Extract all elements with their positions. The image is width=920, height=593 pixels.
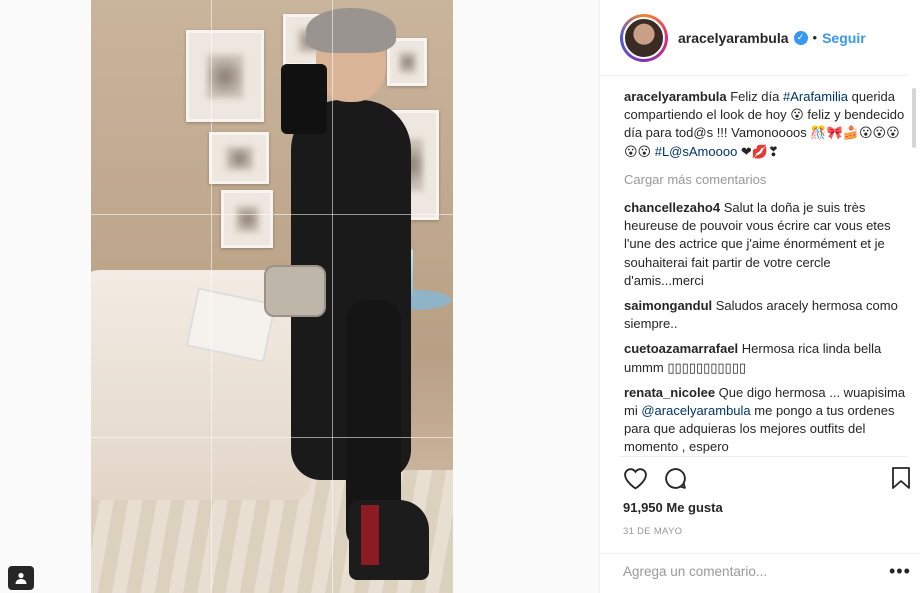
separator-dot: •: [812, 30, 818, 45]
post-photo[interactable]: [91, 0, 453, 593]
add-comment-input[interactable]: [623, 564, 863, 579]
post-date[interactable]: 31 DE MAYO: [623, 526, 682, 537]
avatar-image: [623, 16, 665, 59]
follow-button[interactable]: Seguir: [822, 30, 866, 46]
load-more-comments-button[interactable]: Cargar más comentarios: [624, 171, 909, 189]
comment-username[interactable]: cuetoazamarrafael: [624, 341, 738, 356]
comment-item: chancellezaho4 Salut la doña je suis trè…: [624, 199, 909, 290]
wall-frame: [186, 30, 264, 122]
comment-item: saimongandul Saludos aracely hermosa com…: [624, 297, 909, 333]
caption: aracelyarambula Feliz día #Arafamilia qu…: [624, 88, 909, 161]
comments-scrollbar[interactable]: [912, 88, 916, 148]
caption-username[interactable]: aracelyarambula: [624, 89, 727, 104]
handbag: [264, 265, 326, 317]
hashtag-link[interactable]: #L@sAmoooo: [655, 144, 738, 159]
hashtag-link[interactable]: #Arafamilia: [783, 89, 848, 104]
more-options-button[interactable]: •••: [889, 562, 911, 580]
user-tag-icon[interactable]: [8, 566, 34, 590]
comments-list: aracelyarambula Feliz día #Arafamilia qu…: [624, 88, 909, 456]
likes-count[interactable]: 91,950 Me gusta: [623, 500, 723, 515]
verified-badge-icon: ✓: [793, 30, 808, 45]
grid-line: [332, 0, 333, 593]
header-username[interactable]: aracelyarambula: [678, 30, 789, 46]
comment-item: renata_nicolee Que digo hermosa ... wuap…: [624, 384, 909, 456]
mention-link[interactable]: @aracelyarambula: [641, 403, 750, 418]
grid-line: [91, 437, 453, 438]
comment-username[interactable]: chancellezaho4: [624, 200, 720, 215]
boot-lace: [361, 505, 379, 565]
grid-line: [91, 214, 453, 215]
comment-icon[interactable]: [661, 464, 689, 492]
post-header: aracelyarambula ✓ • Seguir: [600, 0, 908, 76]
divider: [619, 456, 908, 457]
caption-text: Feliz día: [726, 89, 783, 104]
comment-username[interactable]: saimongandul: [624, 298, 712, 313]
grid-line: [211, 0, 212, 593]
post-media-pane: [0, 0, 599, 593]
wall-frame: [209, 132, 269, 184]
comment-item: cuetoazamarrafael Hermosa rica linda bel…: [624, 340, 909, 376]
bookmark-icon[interactable]: [887, 464, 915, 492]
caption-text: ❤💋❣: [737, 143, 779, 159]
add-comment-section: •••: [599, 553, 920, 593]
comment-username[interactable]: renata_nicolee: [624, 385, 715, 400]
avatar[interactable]: [620, 13, 668, 62]
wall-frame: [221, 190, 273, 248]
action-icons: [621, 464, 701, 492]
heart-icon[interactable]: [621, 464, 649, 492]
beret-hat: [306, 8, 396, 53]
phone: [281, 64, 327, 134]
